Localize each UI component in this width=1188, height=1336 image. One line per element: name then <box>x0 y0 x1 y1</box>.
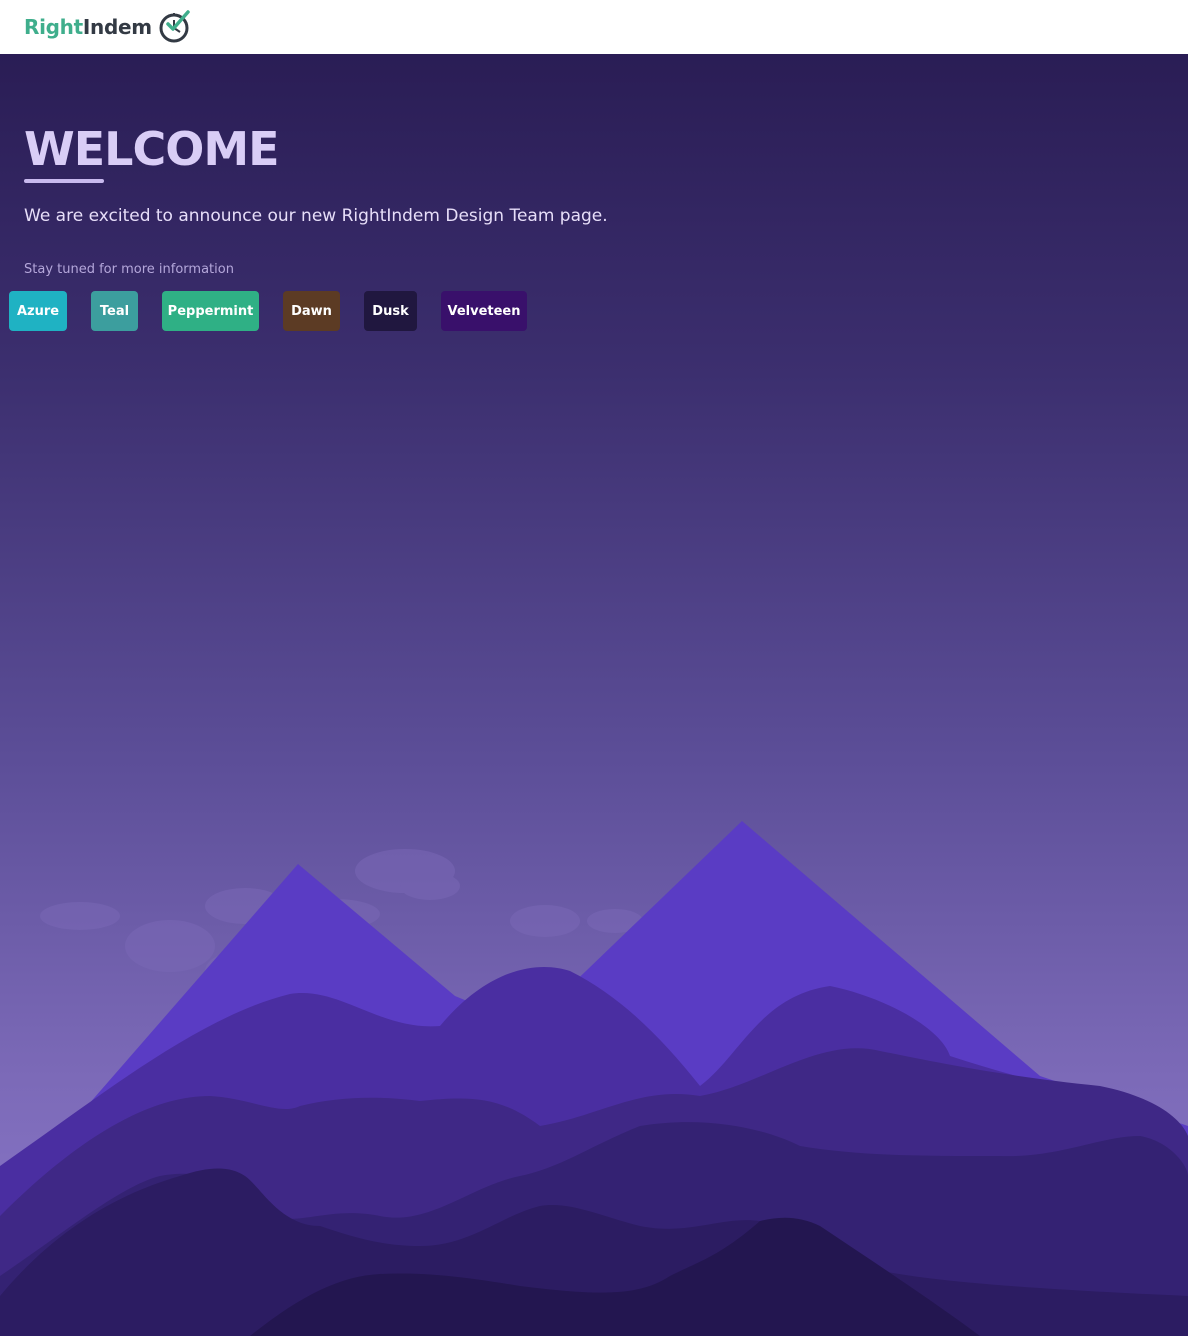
title-underline <box>24 179 104 183</box>
announcement-text: We are excited to announce our new Right… <box>24 206 608 226</box>
clock-check-icon <box>159 10 190 43</box>
swatch-teal-button[interactable]: Teal <box>91 291 138 331</box>
mountain-landscape <box>0 821 1188 1336</box>
swatch-dawn-button[interactable]: Dawn <box>283 291 340 331</box>
top-bar: Right Indem <box>0 0 1188 54</box>
hero-section: WELCOME We are excited to announce our n… <box>0 54 1188 1336</box>
rightindem-logo[interactable]: Right Indem <box>24 10 192 44</box>
logo-text-right: Right <box>24 15 83 39</box>
swatch-dusk-button[interactable]: Dusk <box>364 291 417 331</box>
swatch-velveteen-button[interactable]: Velveteen <box>441 291 527 331</box>
page-title: WELCOME <box>24 122 280 176</box>
swatch-peppermint-button[interactable]: Peppermint <box>162 291 259 331</box>
swatch-azure-button[interactable]: Azure <box>9 291 67 331</box>
stay-tuned-text: Stay tuned for more information <box>24 262 234 277</box>
logo-text-indem: Indem <box>82 15 152 39</box>
